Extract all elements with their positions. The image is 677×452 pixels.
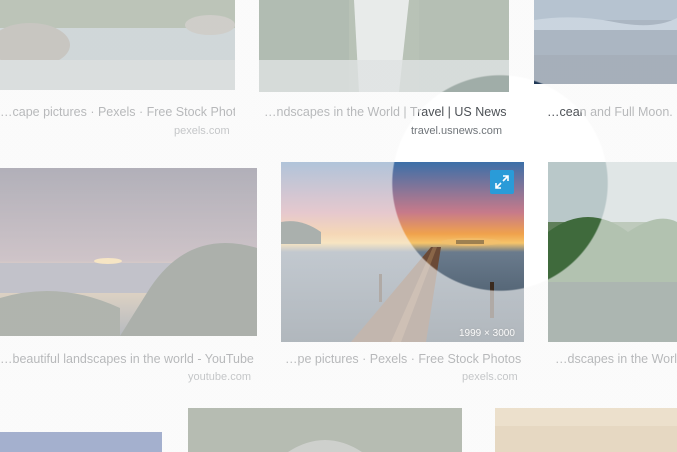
result-caption[interactable]: …cape pictures · Pexels · Free Stock Pho… xyxy=(0,105,235,119)
result-image[interactable] xyxy=(0,0,235,90)
result-image[interactable] xyxy=(0,432,162,452)
result-image[interactable] xyxy=(0,168,257,336)
result-source: pexels.com xyxy=(462,371,518,383)
result-image[interactable] xyxy=(548,162,677,342)
result-image[interactable] xyxy=(495,408,677,452)
expand-icon xyxy=(495,175,509,189)
result-image-highlighted[interactable] xyxy=(281,162,524,342)
result-caption[interactable]: …pe pictures · Pexels · Free Stock Photo… xyxy=(285,352,525,366)
image-dimensions: 1999 × 3000 xyxy=(459,328,515,339)
result-image[interactable] xyxy=(259,0,509,92)
result-caption[interactable]: …ndscapes in the World | Travel | US New… xyxy=(264,105,509,119)
result-image[interactable] xyxy=(188,408,462,452)
expand-button[interactable] xyxy=(490,170,514,194)
result-source: pexels.com xyxy=(174,125,230,137)
result-source: travel.usnews.com xyxy=(411,125,503,137)
result-caption[interactable]: …cean and Full Moon. xyxy=(547,105,677,119)
result-caption[interactable]: …dscapes in the World | xyxy=(555,352,677,366)
result-caption[interactable]: …beautiful landscapes in the world - You… xyxy=(0,352,257,366)
result-image[interactable] xyxy=(534,0,677,84)
result-source: youtube.com xyxy=(188,371,251,383)
